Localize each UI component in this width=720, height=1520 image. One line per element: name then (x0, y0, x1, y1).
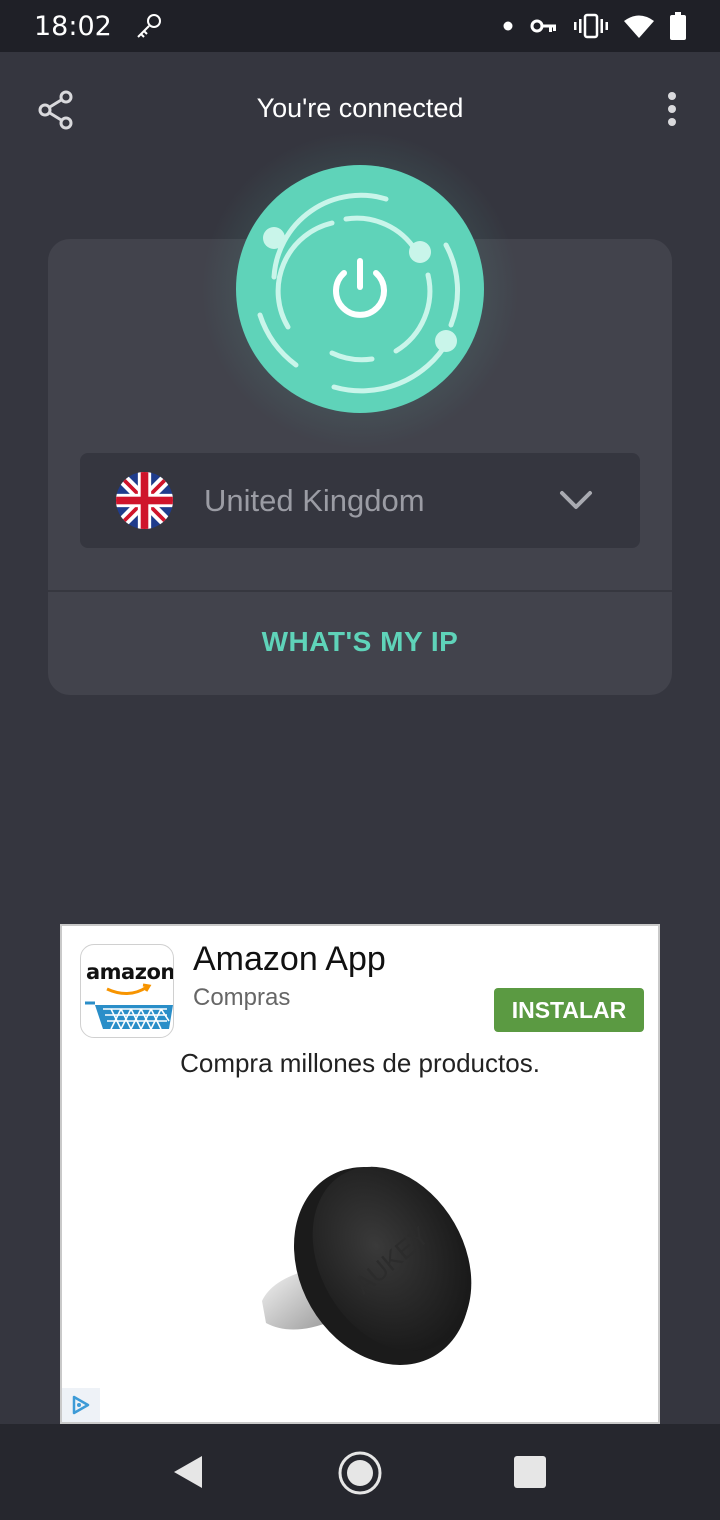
more-vert-icon (668, 92, 676, 126)
amazon-logo-text: amazon (86, 960, 174, 984)
chevron-down-icon (560, 491, 592, 509)
battery-icon (670, 12, 686, 40)
uk-flag-icon (116, 472, 173, 529)
selected-country: United Kingdom (204, 483, 425, 518)
ad-description: Compra millones de productos. (180, 1048, 540, 1078)
status-bar: 18:02 (0, 0, 720, 52)
vpn-key-icon (530, 16, 558, 36)
share-button[interactable] (36, 90, 76, 130)
country-selector[interactable]: United Kingdom (80, 453, 640, 548)
ad-banner[interactable]: amazon Amazon App Compras INSTALAR Compr… (60, 924, 660, 1424)
connection-status-title: You're connected (256, 92, 464, 123)
overflow-menu-button[interactable] (660, 90, 684, 130)
amazon-app-icon[interactable]: amazon (80, 944, 174, 1038)
power-button[interactable] (236, 165, 484, 413)
key-icon (134, 11, 164, 41)
share-icon (38, 90, 73, 130)
power-icon (333, 258, 387, 318)
notification-dot-icon (502, 20, 514, 32)
back-triangle-icon[interactable] (172, 1454, 204, 1490)
product-image[interactable]: AUKEY (242, 1151, 482, 1391)
status-time: 18:02 (34, 10, 112, 42)
ad-category: Compras (193, 984, 291, 1011)
vibrate-icon (574, 13, 608, 39)
system-nav-bar (0, 1424, 720, 1520)
adchoices-icon[interactable] (62, 1388, 100, 1422)
install-button[interactable]: INSTALAR (494, 988, 644, 1032)
home-circle-icon[interactable] (337, 1450, 383, 1496)
wifi-icon (624, 14, 654, 38)
whats-my-ip-button[interactable]: WHAT'S MY IP (48, 592, 672, 692)
ad-app-name[interactable]: Amazon App (193, 940, 386, 979)
recents-square-icon[interactable] (514, 1456, 546, 1488)
amazon-cart-logo (85, 983, 173, 1030)
